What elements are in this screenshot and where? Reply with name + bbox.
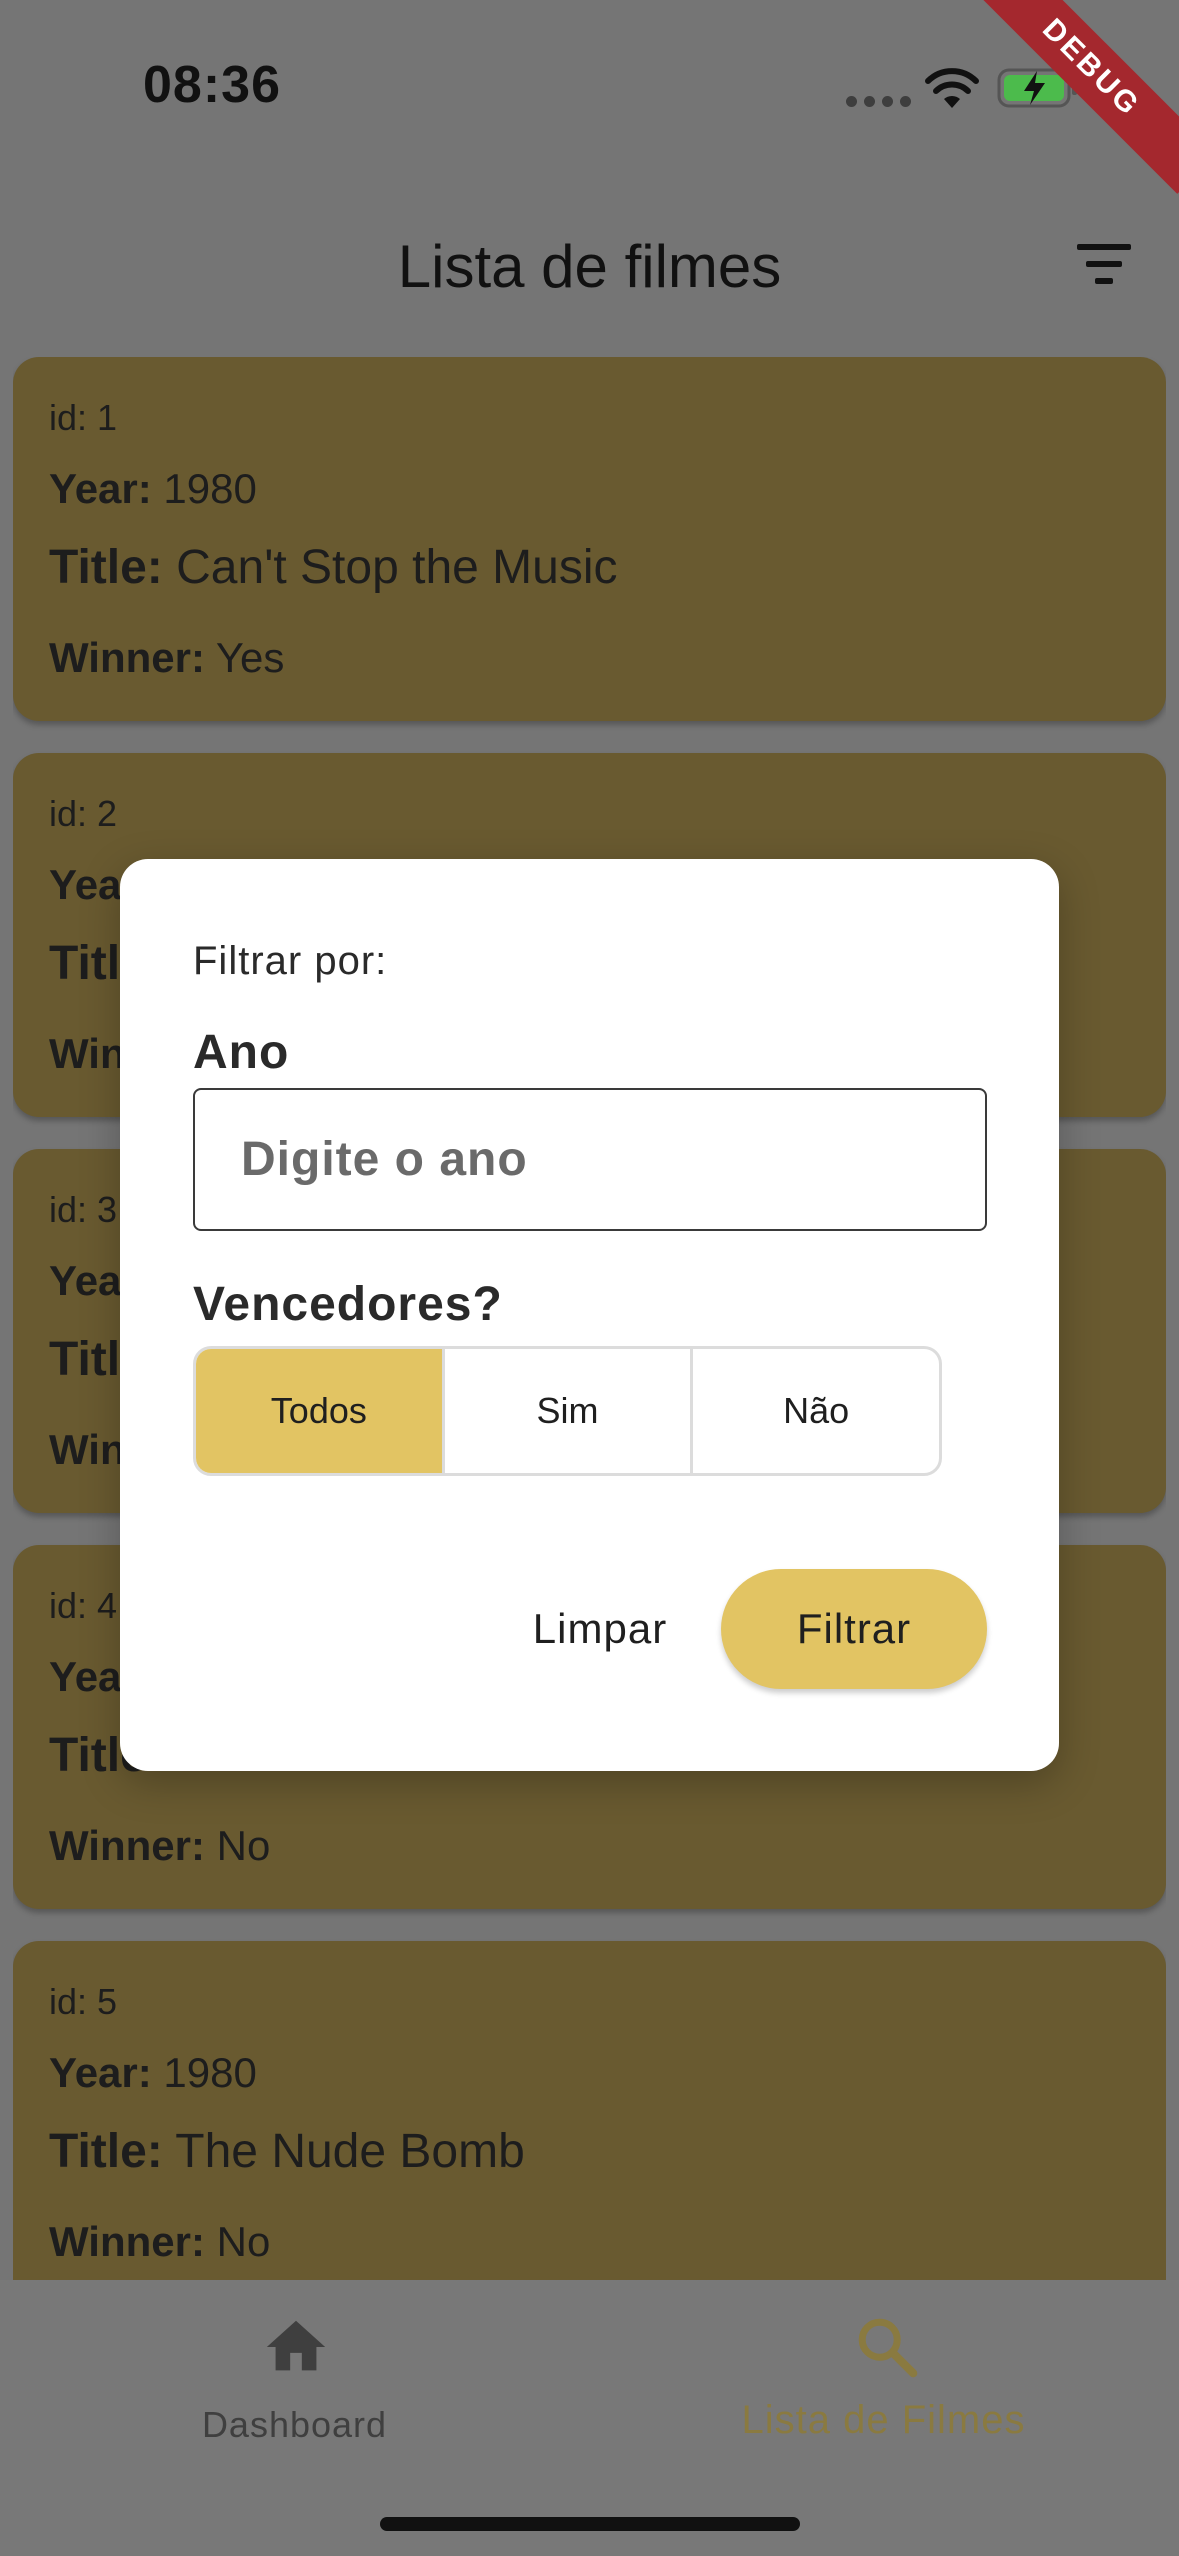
nav-item-movie-list[interactable]: Lista de Filmes xyxy=(589,2280,1178,2480)
wifi-icon xyxy=(925,68,979,108)
dialog-heading: Filtrar por: xyxy=(193,939,388,983)
movie-year-row: Year: 1980 xyxy=(49,465,257,513)
filter-dialog: Filtrar por: Ano Vencedores? Todos Sim N… xyxy=(120,859,1059,1771)
winner-label: Winner: xyxy=(49,634,205,681)
movie-year-row: Year: 1980 xyxy=(49,2049,257,2097)
movie-title-row: Title: Can't Stop the Music xyxy=(49,540,618,595)
movie-title: The Nude Bomb xyxy=(175,2125,525,2178)
home-icon xyxy=(266,2320,326,2371)
movie-winner-row: Winner: Yes xyxy=(49,634,284,682)
year-input[interactable] xyxy=(193,1088,987,1231)
status-bar: 08:36 xyxy=(0,0,1179,150)
movie-title-row: Title: The Nude Bomb xyxy=(49,2124,525,2179)
home-indicator[interactable] xyxy=(380,2517,800,2531)
movie-id: id: 1 xyxy=(49,397,118,438)
winners-field-label: Vencedores? xyxy=(193,1278,503,1331)
movie-id: id: 5 xyxy=(49,1981,118,2022)
winner-label: Winner: xyxy=(49,1822,205,1869)
page-title: Lista de filmes xyxy=(397,233,782,300)
nav-label-dashboard: Dashboard xyxy=(201,2404,388,2445)
movie-winner: No xyxy=(216,2218,271,2265)
movie-winner-row: Winner: No xyxy=(49,1822,270,1870)
movie-card[interactable]: id: 5 Year: 1980 Title: The Nude Bomb Wi… xyxy=(13,1941,1166,2280)
title-label: Title: xyxy=(49,541,163,594)
clear-button[interactable]: Limpar xyxy=(495,1569,705,1689)
cellular-signal-icon xyxy=(846,96,911,107)
segment-nao[interactable]: Não xyxy=(693,1349,939,1473)
movie-year: 1980 xyxy=(163,465,257,512)
movie-card[interactable]: id: 1 Year: 1980 Title: Can't Stop the M… xyxy=(13,357,1166,721)
nav-item-dashboard[interactable]: Dashboard xyxy=(0,2280,589,2480)
filter-button[interactable]: Filtrar xyxy=(721,1569,987,1689)
bottom-navigation: Dashboard Lista de Filmes xyxy=(0,2280,1179,2556)
nav-label-movie-list: Lista de Filmes xyxy=(741,2398,1026,2442)
segment-sim[interactable]: Sim xyxy=(445,1349,694,1473)
movie-title: Can't Stop the Music xyxy=(176,541,618,594)
year-label: Year: xyxy=(49,2049,152,2096)
movie-winner: No xyxy=(216,1822,271,1869)
filter-icon[interactable] xyxy=(1077,240,1137,290)
movie-winner: Yes xyxy=(215,634,285,681)
year-label: Year: xyxy=(49,465,152,512)
movie-id: id: 3 xyxy=(49,1189,118,1230)
title-label: Title: xyxy=(49,2125,163,2178)
movie-winner-row: Winner: No xyxy=(49,2218,270,2266)
status-time: 08:36 xyxy=(143,56,281,114)
winner-filter-segmented-control: Todos Sim Não xyxy=(193,1346,942,1476)
movie-id: id: 2 xyxy=(49,793,118,834)
app-bar: Lista de filmes xyxy=(0,190,1179,340)
search-icon xyxy=(858,2318,918,2378)
year-field-label: Ano xyxy=(193,1026,290,1079)
winner-label: Winner: xyxy=(49,2218,205,2265)
movie-id: id: 4 xyxy=(49,1585,118,1626)
movie-year: 1980 xyxy=(163,2049,257,2096)
segment-todos[interactable]: Todos xyxy=(196,1349,445,1473)
